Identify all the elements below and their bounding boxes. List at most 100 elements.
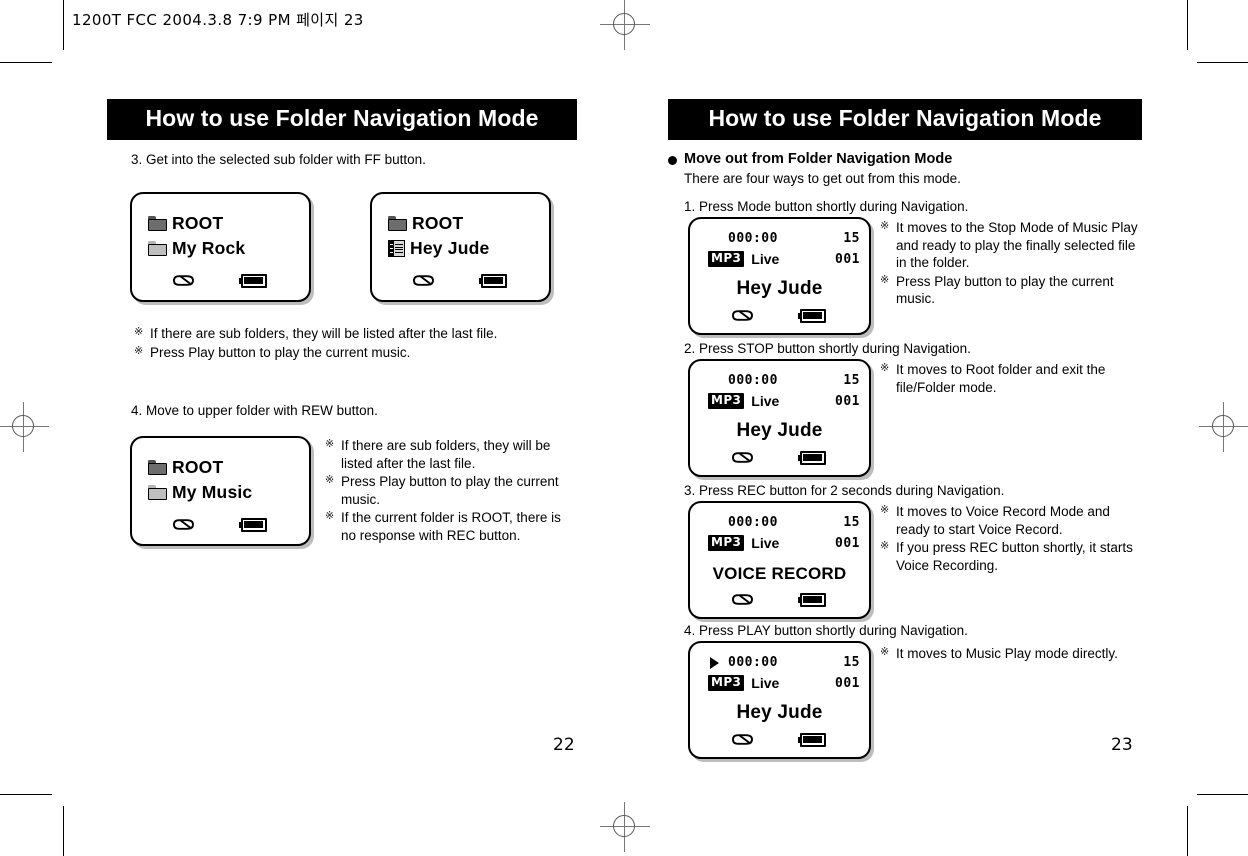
lcd-screen-step-4: 000:00 15 MP3 Live 001 Hey Jude — [688, 641, 871, 759]
repeat-icon — [731, 450, 758, 465]
lcd-track-number: 001 — [835, 393, 860, 409]
lcd-status-row — [132, 517, 309, 532]
note-text: It moves to Voice Record Mode and ready … — [896, 504, 1110, 537]
note-item: ※ If there are sub folders, they will be… — [325, 437, 570, 472]
battery-icon — [797, 732, 828, 747]
repeat-icon — [172, 517, 199, 532]
lcd-screen-step-1: 000:00 15 MP3 Live 001 Hey Jude — [688, 217, 871, 335]
lcd-track-title: Hey Jude — [736, 420, 823, 441]
lcd-row-my-rock-label: My Rock — [172, 238, 246, 258]
note-text: If the current folder is ROOT, there is … — [341, 510, 561, 543]
folder-dark-icon — [388, 216, 407, 231]
lcd-line-1: 000:00 15 — [710, 373, 860, 388]
note-item: ※ If you press REC button shortly, it st… — [880, 539, 1142, 574]
mp3-file-icon — [388, 240, 405, 257]
lcd-line-2: MP3 Live 001 — [708, 675, 860, 691]
lcd-line-2: MP3 Live 001 — [708, 251, 860, 267]
lcd-status-row — [372, 273, 549, 288]
lcd-total: 15 — [843, 231, 860, 246]
lcd-row-hey-jude: Hey Jude — [388, 238, 489, 259]
note-text: Press Play button to play the current mu… — [341, 474, 559, 507]
lcd-status-row — [132, 273, 309, 288]
note-text: Press Play button to play the current mu… — [150, 344, 411, 360]
note-marker: ※ — [880, 220, 890, 232]
lcd-genre: Live — [751, 675, 780, 691]
lcd-time: 000:00 — [728, 231, 778, 246]
folder-light-icon — [148, 485, 167, 500]
battery-icon — [797, 308, 828, 323]
note-marker: ※ — [134, 344, 144, 357]
lcd-row-root-3-label: ROOT — [172, 457, 224, 477]
mp3-badge: MP3 — [708, 393, 745, 409]
note-marker: ※ — [880, 273, 890, 286]
left-page-title: How to use Folder Navigation Mode — [107, 99, 577, 140]
lcd-screen-step-2: 000:00 15 MP3 Live 001 Hey Jude — [688, 359, 871, 477]
lcd-status-row — [690, 732, 869, 747]
right-step-4-text: 4. Press PLAY button shortly during Navi… — [684, 623, 968, 638]
battery-icon — [478, 273, 509, 288]
lcd-line-1: 000:00 15 — [710, 515, 860, 530]
lcd-screen-step-3: 000:00 15 MP3 Live 001 VOICE RECORD — [688, 501, 871, 619]
lcd-track-number: 001 — [835, 675, 860, 691]
lcd-line-2: MP3 Live 001 — [708, 535, 860, 551]
battery-icon — [238, 273, 269, 288]
crop-mark-bottom-left-horizontal — [0, 794, 52, 795]
note-text: If there are sub folders, they will be l… — [341, 438, 551, 471]
left-step-4-text: 4. Move to upper folder with REW button. — [131, 403, 378, 418]
right-step-1-text: 1. Press Mode button shortly during Navi… — [684, 199, 969, 214]
lcd-row-root-3: ROOT — [148, 457, 223, 478]
lcd-genre: Live — [751, 393, 780, 409]
lcd-status-row — [690, 592, 869, 607]
note-item: ※ It moves to Voice Record Mode and read… — [880, 503, 1142, 538]
lcd-time: 000:00 — [728, 515, 778, 530]
registration-mark-left — [0, 402, 49, 452]
crop-mark-bottom-right-vertical — [1187, 806, 1188, 856]
folder-dark-icon — [148, 460, 167, 475]
registration-mark-bottom — [600, 802, 650, 852]
lcd-line-1: 000:00 15 — [710, 655, 860, 670]
note-marker: ※ — [134, 326, 144, 338]
right-step-4-notes: ※ It moves to Music Play mode directly. — [880, 645, 1142, 664]
mp3-badge: MP3 — [708, 251, 745, 267]
repeat-icon — [412, 273, 439, 288]
right-step-3-text: 3. Press REC button for 2 seconds during… — [684, 483, 1005, 498]
lcd-line-2: MP3 Live 001 — [708, 393, 860, 409]
right-step-2-notes: ※ It moves to Root folder and exit the f… — [880, 361, 1142, 397]
crop-mark-bottom-right-horizontal — [1197, 794, 1248, 795]
battery-icon — [797, 450, 828, 465]
crop-mark-top-right-horizontal — [1197, 62, 1248, 63]
note-text: It moves to the Stop Mode of Music Play … — [896, 220, 1138, 271]
note-text: It moves to Root folder and exit the fil… — [896, 362, 1106, 395]
right-section-heading: Move out from Folder Navigation Mode — [684, 151, 953, 167]
right-step-2-text: 2. Press STOP button shortly during Navi… — [684, 341, 971, 356]
lcd-track-title: Hey Jude — [736, 278, 823, 299]
folder-light-icon — [148, 241, 167, 256]
note-marker: ※ — [880, 362, 890, 374]
lcd-track-title: VOICE RECORD — [712, 564, 847, 583]
crop-mark-top-left-horizontal — [0, 62, 52, 63]
lcd-row-root: ROOT — [148, 213, 223, 234]
lcd-genre: Live — [751, 251, 780, 267]
note-marker: ※ — [325, 474, 335, 487]
repeat-icon — [731, 308, 758, 323]
repeat-icon — [731, 732, 758, 747]
lcd-row-hey-jude-label: Hey Jude — [410, 238, 490, 258]
note-text: If you press REC button shortly, it star… — [896, 540, 1133, 573]
left-page-number: 22 — [553, 735, 575, 755]
registration-mark-right — [1199, 402, 1248, 452]
lcd-total: 15 — [843, 655, 860, 670]
note-item: ※ If there are sub folders, they will be… — [134, 325, 554, 343]
lcd-status-row — [690, 450, 869, 465]
note-text: If there are sub folders, they will be l… — [150, 326, 498, 341]
lcd-row-my-rock: My Rock — [148, 238, 245, 259]
left-step-3-notes: ※ If there are sub folders, they will be… — [134, 325, 554, 362]
right-section-subtext: There are four ways to get out from this… — [684, 171, 961, 186]
crop-mark-bottom-left-vertical — [63, 806, 64, 856]
right-page-number: 23 — [1111, 735, 1133, 755]
note-text: Press Play button to play the current mu… — [896, 273, 1114, 307]
mp3-badge: MP3 — [708, 535, 745, 551]
left-step-3-text: 3. Get into the selected sub folder with… — [131, 152, 426, 167]
lcd-time: 000:00 — [728, 373, 778, 388]
lcd-row-my-music: My Music — [148, 482, 252, 503]
battery-icon — [797, 592, 828, 607]
